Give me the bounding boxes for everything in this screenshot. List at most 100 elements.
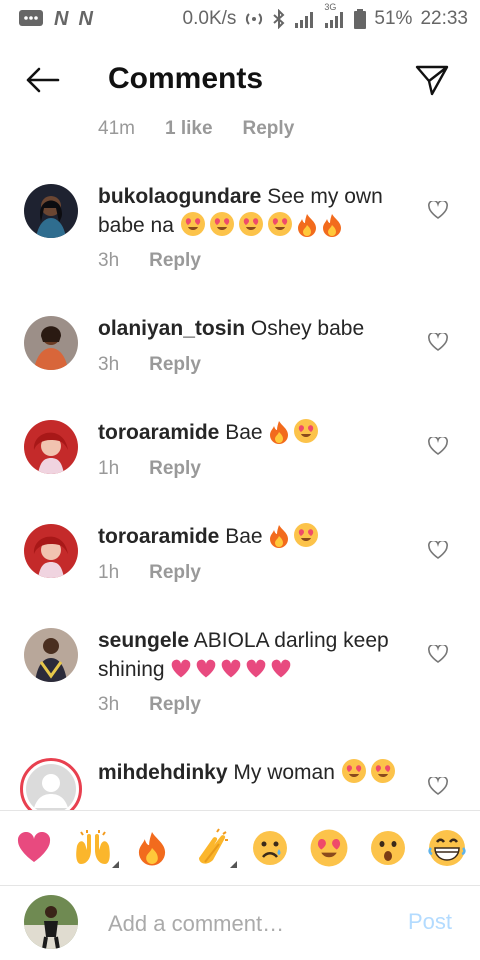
reply-button[interactable]: Reply [149,458,201,480]
like-button[interactable] [426,538,450,562]
reply-button[interactable]: Reply [149,562,201,584]
comment-meta: 1h Reply [98,458,201,480]
signal-3g-icon: 3G [324,2,346,28]
arrow-left-icon [26,67,60,93]
heart-emoji-icon [247,659,266,678]
surprised-face-icon [370,831,405,865]
comment-input[interactable] [108,907,388,941]
avatar[interactable] [20,758,82,810]
signal-icon [294,10,316,28]
emoji-heart-eyes-button[interactable] [307,826,351,870]
heart-eyes-emoji-icon [180,212,205,236]
battery-level: 51% [374,8,413,29]
share-button[interactable] [412,60,452,100]
like-button[interactable] [426,642,450,666]
heart-eyes-emoji-icon [238,212,263,236]
comment-text: mihdehdinky My woman [98,758,416,787]
network-speed: 0.0K/s [182,8,237,29]
fire-emoji-icon [322,214,341,237]
comment-time: 3h [98,694,120,715]
grinning-face-icon [427,830,466,866]
emoji-crying-face-button[interactable] [248,826,292,870]
bluetooth-icon [272,9,286,29]
variant-indicator [111,861,119,868]
notification-n-icon: N [78,7,93,30]
quick-emoji-bar [0,810,480,886]
emoji-surprised-face-button[interactable] [366,826,410,870]
crying-face-icon [252,831,287,865]
heart-eyes-emoji-icon [209,212,234,236]
comment-username[interactable]: mihdehdinky [98,761,228,784]
message-icon [18,9,44,29]
comment-composer: Post [0,887,480,960]
status-bar: N N 0.0K/s 3G 51% 22:33 [0,0,480,38]
heart-outline-icon [428,201,448,219]
comment-text: bukolaogundare See my own babe na [98,182,416,240]
raised-hands-icon [75,830,110,864]
comment-username[interactable]: bukolaogundare [98,185,261,208]
emoji-raised-hands-button[interactable] [71,826,119,870]
avatar[interactable] [24,420,78,474]
emoji-group [335,759,399,784]
comment-username[interactable]: toroaramide [98,525,219,548]
comment-text: olaniyan_tosin Oshey babe [98,314,416,343]
comment-username[interactable]: olaniyan_tosin [98,317,245,340]
emoji-fire-button[interactable] [130,826,174,870]
heart-emoji-icon [172,659,191,678]
post-button[interactable]: Post [408,909,452,935]
fire-icon [138,832,165,866]
variant-indicator [229,861,237,868]
comment-time: 3h [98,354,120,375]
avatar[interactable] [24,628,78,682]
fire-emoji-icon [270,525,289,548]
avatar[interactable] [24,184,78,238]
comment-username[interactable]: seungele [98,629,189,652]
comment-text: seungele ABIOLA darling keep shining [98,626,416,684]
comment-meta: 3h Reply [98,694,201,716]
like-button[interactable] [426,330,450,354]
emoji-group [165,658,296,681]
like-button[interactable] [426,434,450,458]
previous-comment-meta: 41m 1 like Reply [98,118,294,140]
like-button[interactable] [426,774,450,798]
like-count[interactable]: 1 like [165,118,213,140]
comment-time: 1h [98,562,120,583]
paper-plane-icon [415,65,449,96]
network-type: 3G [324,2,337,12]
page-title: Comments [108,62,264,95]
like-button[interactable] [426,198,450,222]
emoji-red-heart-button[interactable] [12,826,56,870]
heart-eyes-emoji-icon [370,759,395,783]
reply-button[interactable]: Reply [149,250,201,272]
comment-meta: 1h Reply [98,562,201,584]
heart-outline-icon [428,645,448,663]
battery-icon [354,9,367,29]
heart-eyes-emoji-icon [294,419,319,443]
comment-message: Oshey babe [250,317,365,340]
comment-time: 3h [98,250,120,271]
comment-time: 1h [98,458,120,479]
clapping-hands-icon [198,828,228,864]
heart-outline-icon [428,541,448,559]
notification-n-icon: N [54,7,69,30]
reply-button[interactable]: Reply [149,354,201,376]
red-heart-icon [17,832,50,862]
heart-emoji-icon [222,659,241,678]
heart-emoji-icon [197,659,216,678]
avatar[interactable] [24,524,78,578]
heart-outline-icon [428,437,448,455]
heart-eyes-icon [310,829,347,867]
reply-button[interactable]: Reply [149,694,201,716]
comment-meta: 3h Reply [98,250,201,272]
avatar[interactable] [24,316,78,370]
hotspot-icon [244,9,264,29]
heart-outline-icon [428,333,448,351]
emoji-clapping-hands-button[interactable] [189,826,237,870]
reply-button[interactable]: Reply [243,118,295,140]
back-button[interactable] [22,62,62,98]
emoji-grinning-face-button[interactable] [425,826,469,870]
comment-username[interactable]: toroaramide [98,421,219,444]
current-user-avatar[interactable] [24,895,78,949]
fire-emoji-icon [297,214,316,237]
emoji-group [263,523,323,548]
